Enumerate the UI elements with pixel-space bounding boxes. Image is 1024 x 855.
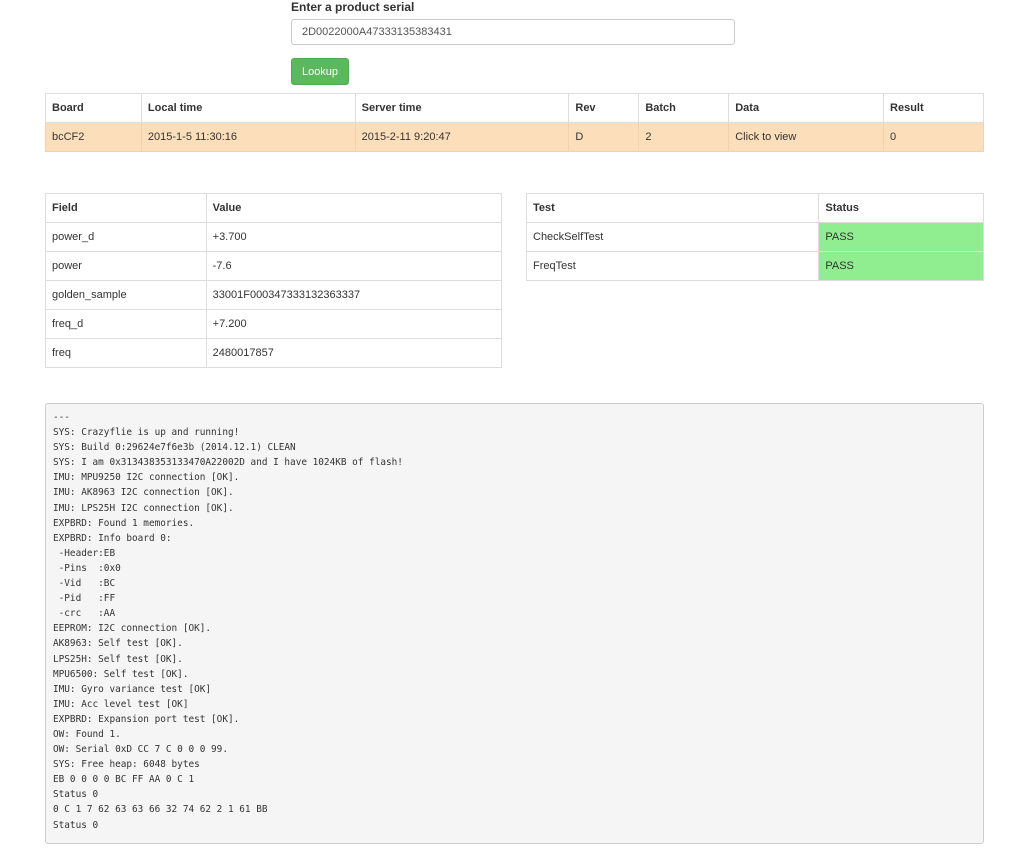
status-badge: PASS [818, 222, 984, 252]
column-header-server-time: Server time [354, 93, 570, 123]
column-header-test: Test [525, 193, 820, 223]
data-view-link[interactable]: Click to view [728, 122, 885, 152]
field-name: power_d [45, 222, 207, 252]
field-value: +3.700 [205, 222, 503, 252]
lookup-button[interactable]: Lookup [291, 58, 349, 85]
column-header-batch: Batch [638, 93, 730, 123]
field-name: golden_sample [45, 280, 207, 310]
board-table-header: Board Local time Server time Rev Batch D… [45, 93, 984, 123]
console-log: --- SYS: Crazyflie is up and running! SY… [45, 403, 984, 844]
table-row[interactable]: bcCF2 2015-1-5 11:30:16 2015-2-11 9:20:4… [45, 122, 984, 152]
serial-input[interactable] [291, 19, 735, 45]
table-row: CheckSelfTest PASS [525, 222, 984, 252]
column-header-field: Field [45, 193, 207, 223]
tests-table: Test Status CheckSelfTest PASS FreqTest … [525, 193, 984, 281]
status-badge: PASS [818, 251, 984, 281]
test-name: CheckSelfTest [525, 222, 820, 252]
field-value: +7.200 [205, 309, 503, 339]
column-header-board: Board [45, 93, 142, 123]
column-header-result: Result [883, 93, 984, 123]
table-row: power -7.6 [45, 251, 503, 281]
fields-table-header: Field Value [45, 193, 503, 223]
table-row: FreqTest PASS [525, 251, 984, 281]
column-header-value: Value [205, 193, 503, 223]
result-cell: 0 [883, 122, 984, 152]
table-row: freq 2480017857 [45, 338, 503, 368]
board-table: Board Local time Server time Rev Batch D… [45, 93, 984, 152]
fields-table: Field Value power_d +3.700 power -7.6 go… [45, 193, 503, 368]
column-header-data: Data [728, 93, 885, 123]
field-value: 2480017857 [205, 338, 503, 368]
rev-cell: D [568, 122, 640, 152]
table-row: freq_d +7.200 [45, 309, 503, 339]
field-value: 33001F000347333132363337 [205, 280, 503, 310]
test-name: FreqTest [525, 251, 820, 281]
field-name: freq_d [45, 309, 207, 339]
server-time-cell: 2015-2-11 9:20:47 [354, 122, 570, 152]
serial-label: Enter a product serial [291, 0, 415, 14]
column-header-status: Status [818, 193, 984, 223]
local-time-cell: 2015-1-5 11:30:16 [140, 122, 356, 152]
batch-cell: 2 [638, 122, 730, 152]
field-name: freq [45, 338, 207, 368]
table-row: power_d +3.700 [45, 222, 503, 252]
board-cell: bcCF2 [45, 122, 142, 152]
field-value: -7.6 [205, 251, 503, 281]
column-header-rev: Rev [568, 93, 640, 123]
field-name: power [45, 251, 207, 281]
column-header-local-time: Local time [140, 93, 356, 123]
table-row: golden_sample 33001F000347333132363337 [45, 280, 503, 310]
tests-table-header: Test Status [525, 193, 984, 223]
